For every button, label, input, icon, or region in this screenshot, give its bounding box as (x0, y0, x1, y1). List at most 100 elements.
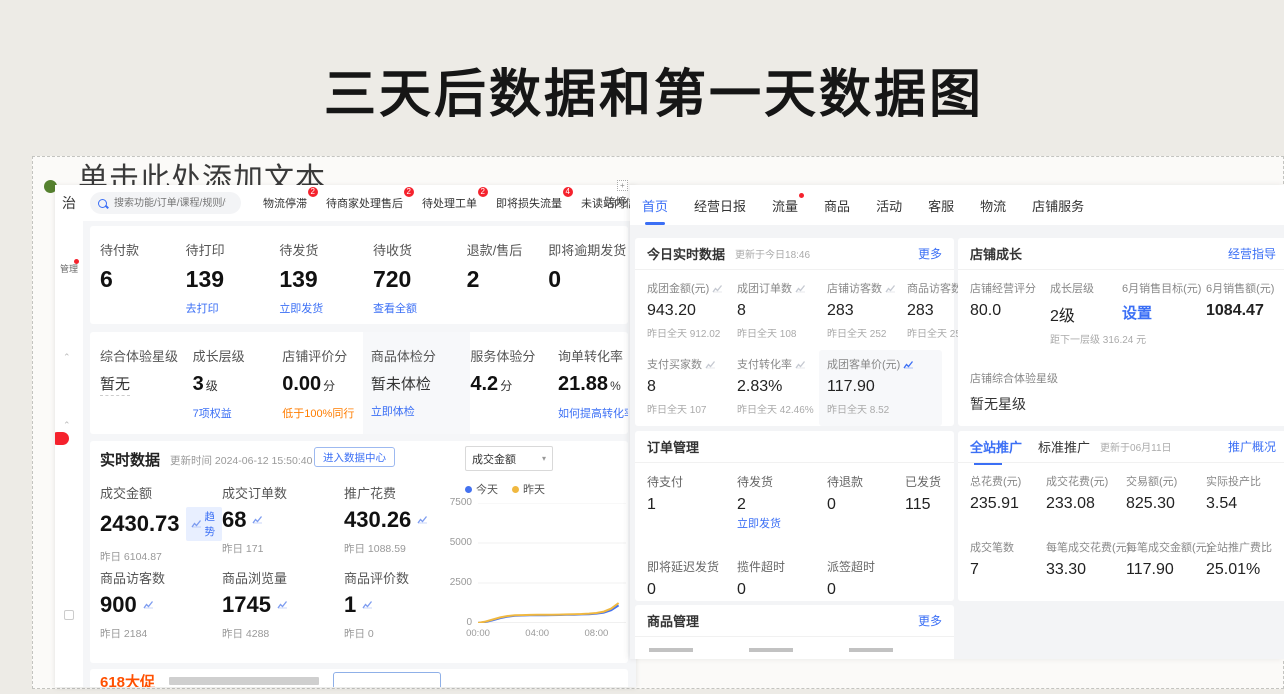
stat-link[interactable]: 7项权益 (193, 405, 283, 421)
topnav-item-logistics[interactable]: 物流停滞2 (263, 195, 307, 211)
stat-link[interactable]: 低于100%同行 (282, 405, 371, 421)
chevron-up-icon[interactable]: ⌃ (63, 352, 71, 363)
stat-value: 139 (186, 266, 280, 293)
realtime-title: 实时数据 (100, 449, 160, 470)
goods-management-panel: 商品管理 更多 (635, 605, 954, 659)
stat-value: 720 (373, 266, 467, 293)
stat-label: 综合体验星级 (100, 346, 193, 365)
trend-icon (885, 284, 896, 293)
realtime-card: 实时数据 更新时间 2024-06-12 15:50:40 进入数据中心 成交金… (90, 441, 628, 663)
badge: 2 (404, 187, 414, 197)
badge: 2 (308, 187, 318, 197)
chevron-down-icon: ▾ (542, 454, 546, 463)
todo-stat: 即将逾期发货0 (548, 240, 628, 324)
tab-goods[interactable]: 商品 (824, 196, 850, 215)
metric-cell: 6月销售额(元)1084.47 (1206, 280, 1276, 346)
exp-stat: 店铺评价分0.00分低于100%同行 (282, 332, 371, 434)
stat-link[interactable]: 如何提高转化率 (558, 405, 628, 421)
stat-value: 3 (193, 373, 204, 395)
ship-now-link[interactable]: 立即发货 (737, 518, 781, 530)
realtime-chart-plot (478, 503, 626, 623)
exp-stat: 服务体验分4.2分 (470, 332, 558, 434)
topnav-item-ticket[interactable]: 待处理工单2 (422, 195, 477, 211)
legend-yesterday[interactable]: 昨天 (512, 481, 545, 497)
left-body: 待付款6 待打印139去打印 待发货139立即发货 待收货720查看全额 退款/… (83, 221, 636, 687)
metric-cell: 揽件超时0 (737, 558, 827, 599)
stat-value: 0 (548, 266, 628, 293)
logo-fragment: 治 (62, 193, 76, 213)
exp-stat: 综合体验星级暂无 (100, 332, 193, 434)
stat-link[interactable]: 查看全额 (373, 300, 467, 316)
tab-activity[interactable]: 活动 (876, 196, 902, 215)
metric-cell: 即将延迟发货0 (647, 558, 737, 599)
todo-stat: 退款/售后2 (467, 240, 549, 324)
promo-text-clipped (169, 677, 319, 685)
tab-shop-service[interactable]: 店铺服务 (1032, 196, 1084, 215)
stat-value: 暂未体检 (371, 376, 431, 393)
metric-cell: 成交笔数7 (970, 539, 1046, 579)
metric-cell: 成团订单数8昨日全天 108 (737, 280, 827, 340)
trend-badge[interactable]: 趋势 (186, 507, 222, 541)
metric-cell: 每笔成交花费(元)33.30 (1046, 539, 1126, 579)
legend-yesterday-dot (512, 486, 519, 493)
chart-metric-select[interactable]: 成交金额▾ (465, 446, 553, 471)
trend-icon[interactable] (417, 515, 429, 525)
trend-icon (795, 284, 806, 293)
trend-icon (712, 284, 723, 293)
tab-standard-promo[interactable]: 标准推广 (1038, 437, 1090, 456)
tab-logistics[interactable]: 物流 (980, 196, 1006, 215)
chevron-up-icon[interactable]: ⌃ (63, 420, 71, 431)
tab-home[interactable]: 首页 (642, 196, 668, 215)
stat-label: 店铺评价分 (282, 346, 371, 365)
legend-today-dot (465, 486, 472, 493)
badge: 2 (478, 187, 488, 197)
legend-today[interactable]: 今天 (465, 481, 498, 497)
stat-value: 4.2 (470, 373, 498, 395)
promo-button-clipped[interactable] (333, 672, 441, 687)
tab-service[interactable]: 客服 (928, 196, 954, 215)
trend-icon[interactable] (362, 600, 374, 610)
y-axis-tick: 0 (440, 617, 472, 628)
stat-link[interactable]: 立即体检 (371, 403, 471, 419)
search-input[interactable] (112, 197, 228, 210)
stat-link[interactable]: 去打印 (186, 300, 280, 316)
data-center-button[interactable]: 进入数据中心 (314, 447, 395, 467)
exp-stat-highlight: 商品体检分暂未体检立即体检 (363, 332, 471, 434)
promo-title: 618大促 (100, 671, 155, 688)
trend-icon[interactable] (277, 600, 289, 610)
sidebar-icon[interactable] (64, 610, 74, 620)
search-box[interactable] (90, 192, 241, 214)
panel-title: 今日实时数据 (647, 244, 725, 263)
metric-cell: 店铺经营评分80.0 (970, 280, 1050, 346)
more-link[interactable]: 更多 (918, 245, 942, 262)
search-icon (98, 199, 107, 208)
trend-icon[interactable] (252, 515, 264, 525)
metric-cell: 商品访客数900昨日 2184 (100, 568, 222, 653)
tab-sitewide-promo[interactable]: 全站推广 (970, 437, 1022, 456)
today-data-panel: 今日实时数据 更新于今日18:46 更多 成团金额(元)943.20昨日全天 9… (635, 238, 954, 426)
stat-label: 退款/售后 (467, 240, 549, 259)
more-link[interactable]: 更多 (918, 612, 942, 629)
stat-value: 0.00 (282, 373, 321, 395)
page-title: 三天后数据和第一天数据图 (12, 52, 1284, 127)
set-target-link[interactable]: 设置 (1122, 302, 1206, 323)
left-topbar: 治 物流停滞2 待商家处理售后2 待处理工单2 即将损失流量4 未读站内信68 (55, 185, 636, 221)
trend-icon[interactable] (143, 600, 155, 610)
crossborder-label[interactable]: 跨境 (604, 194, 627, 210)
stat-link[interactable]: 立即发货 (279, 300, 373, 316)
topnav-item-traffic-loss[interactable]: 即将损失流量4 (496, 195, 562, 211)
experience-card: 综合体验星级暂无 成长层级3级7项权益 店铺评价分0.00分低于100%同行 商… (90, 332, 628, 434)
exp-stat: 询单转化率21.88%如何提高转化率 (558, 332, 628, 434)
topnav-item-aftersale[interactable]: 待商家处理售后2 (326, 195, 403, 211)
topnav: 物流停滞2 待商家处理售后2 待处理工单2 即将损失流量4 未读站内信68 (263, 195, 636, 211)
tab-traffic[interactable]: 流量 (772, 196, 798, 215)
metric-cell: 成交订单数68昨日 171 (222, 483, 344, 568)
tab-daily-report[interactable]: 经营日报 (694, 196, 746, 215)
promo-overview-link[interactable]: 推广概况 (1228, 438, 1276, 455)
panel-updated: 更新于今日18:46 (735, 246, 810, 261)
stat-label: 服务体验分 (470, 346, 558, 365)
guidance-link[interactable]: 经营指导 (1228, 245, 1276, 262)
todo-stat: 待发货139立即发货 (279, 240, 373, 324)
sidebar-badge (55, 432, 69, 445)
stat-value: 139 (279, 266, 373, 293)
